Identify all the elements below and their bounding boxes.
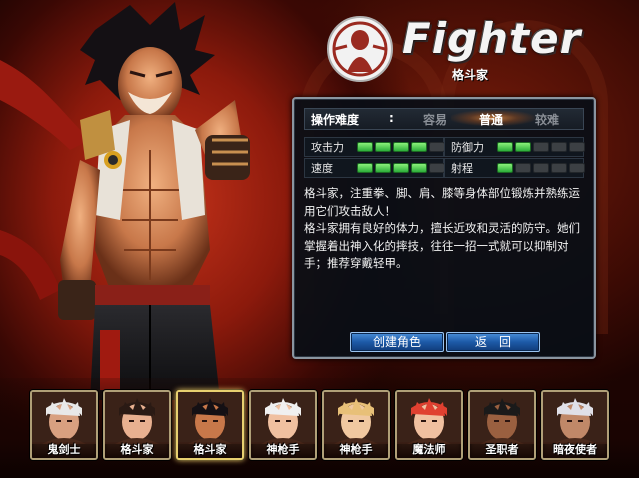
stat-segment-filled bbox=[375, 163, 391, 173]
stat-segment-empty bbox=[551, 163, 567, 173]
description-paragraph: 格斗家，注重拳、脚、肩、膝等身体部位锻炼并熟练运用它们攻击敌人！ bbox=[304, 186, 580, 218]
stat-segment-empty bbox=[533, 142, 549, 152]
class-info-panel: 操作难度 : 容易 普通 较难 攻击力 防御力 速度 射程 格斗家，注重拳、脚、… bbox=[292, 97, 596, 359]
back-button[interactable]: 返 回 bbox=[446, 332, 540, 352]
stat-segment-filled bbox=[375, 142, 391, 152]
description-paragraph: 格斗家拥有良好的体力，擅长近攻和灵活的防守。她们掌握着出神入化的摔技，往往一招一… bbox=[304, 221, 580, 270]
class-emblem-icon bbox=[327, 16, 393, 82]
character-name: 鬼剑士 bbox=[32, 442, 96, 458]
stat-segment-filled bbox=[411, 163, 427, 173]
stat-segment-empty bbox=[515, 163, 531, 173]
character-name: 暗夜使者 bbox=[543, 442, 607, 458]
character-slot[interactable]: 神枪手 bbox=[322, 390, 390, 460]
difficulty-label: 操作难度 bbox=[311, 113, 360, 127]
difficulty-option-easy: 容易 bbox=[423, 113, 448, 127]
character-portrait-icon bbox=[470, 392, 534, 444]
stat-segment-empty bbox=[569, 142, 585, 152]
stat-segment-filled bbox=[497, 163, 513, 173]
difficulty-colon: : bbox=[389, 111, 394, 125]
character-name: 神枪手 bbox=[251, 442, 315, 458]
character-name: 格斗家 bbox=[178, 442, 242, 458]
stat-bar bbox=[497, 163, 585, 173]
character-portrait-icon bbox=[251, 392, 315, 444]
character-name: 圣职者 bbox=[470, 442, 534, 458]
character-slot[interactable]: 神枪手 bbox=[249, 390, 317, 460]
character-portrait-icon bbox=[178, 392, 242, 444]
stat-label: 攻击力 bbox=[311, 141, 344, 154]
stat-segment-filled bbox=[393, 163, 409, 173]
stat-segment-filled bbox=[497, 142, 513, 152]
stat-bar bbox=[497, 142, 585, 152]
stat-segment-filled bbox=[393, 142, 409, 152]
character-portrait-icon bbox=[397, 392, 461, 444]
fighter-portrait bbox=[0, 2, 250, 400]
stat-segment-filled bbox=[357, 163, 373, 173]
character-name: 格斗家 bbox=[105, 442, 169, 458]
stat-label: 射程 bbox=[451, 162, 473, 175]
character-name: 神枪手 bbox=[324, 442, 388, 458]
stat-segment-empty bbox=[569, 163, 585, 173]
stat-defense: 防御力 bbox=[444, 137, 585, 157]
stat-segment-filled bbox=[357, 142, 373, 152]
difficulty-row: 操作难度 : 容易 普通 较难 bbox=[304, 108, 584, 130]
character-slot[interactable]: 暗夜使者 bbox=[541, 390, 609, 460]
stat-bar bbox=[357, 163, 445, 173]
stat-segment-empty bbox=[533, 163, 549, 173]
character-name: 魔法师 bbox=[397, 442, 461, 458]
stat-segment-empty bbox=[429, 142, 445, 152]
character-slot[interactable]: 鬼剑士 bbox=[30, 390, 98, 460]
difficulty-option-hard: 较难 bbox=[535, 113, 560, 127]
stat-segment-filled bbox=[411, 142, 427, 152]
stat-segment-filled bbox=[515, 142, 531, 152]
character-slot[interactable]: 魔法师 bbox=[395, 390, 463, 460]
stat-label: 速度 bbox=[311, 162, 333, 175]
class-subtitle: 格斗家 bbox=[452, 68, 489, 82]
game-screen: Fighter 格斗家 操作难度 : 容易 普通 较难 攻击力 防御力 速度 射… bbox=[0, 0, 639, 478]
stat-speed: 速度 bbox=[304, 158, 445, 178]
stat-attack: 攻击力 bbox=[304, 137, 445, 157]
character-slot[interactable]: 圣职者 bbox=[468, 390, 536, 460]
class-description: 格斗家，注重拳、脚、肩、膝等身体部位锻炼并熟练运用它们攻击敌人！ 格斗家拥有良好… bbox=[304, 185, 584, 273]
stat-segment-empty bbox=[551, 142, 567, 152]
create-character-button[interactable]: 创建角色 bbox=[350, 332, 444, 352]
character-slot[interactable]: 格斗家 bbox=[176, 390, 244, 460]
character-slot[interactable]: 格斗家 bbox=[103, 390, 171, 460]
stat-label: 防御力 bbox=[451, 141, 484, 154]
stat-bar bbox=[357, 142, 445, 152]
character-portrait-icon bbox=[543, 392, 607, 444]
stat-range: 射程 bbox=[444, 158, 585, 178]
class-title: Fighter bbox=[402, 14, 582, 63]
character-portrait-icon bbox=[324, 392, 388, 444]
stat-segment-empty bbox=[429, 163, 445, 173]
difficulty-option-normal: 普通 bbox=[479, 113, 504, 127]
character-portrait-icon bbox=[32, 392, 96, 444]
character-portrait-icon bbox=[105, 392, 169, 444]
